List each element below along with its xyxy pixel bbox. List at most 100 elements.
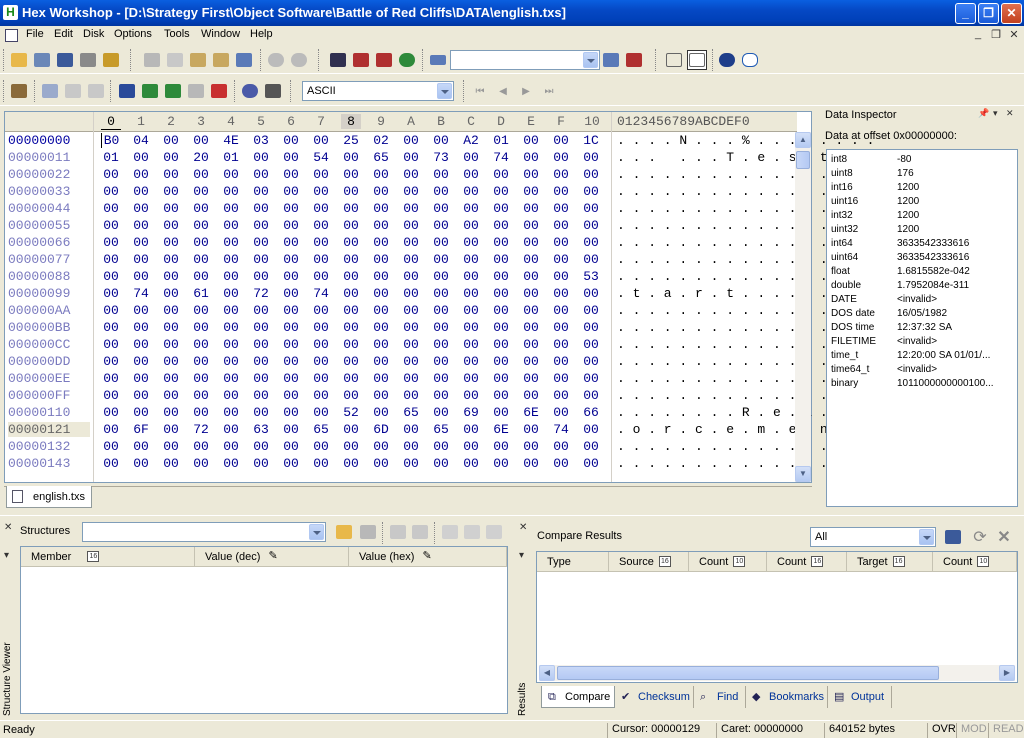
hex-byte[interactable]: 00 xyxy=(401,456,421,471)
hex-byte[interactable]: 00 xyxy=(341,439,361,454)
hex-byte[interactable]: 00 xyxy=(281,218,301,233)
ascii-text[interactable]: . . . . . . . . . . . . . . . . . xyxy=(617,320,874,335)
hex-byte[interactable]: 00 xyxy=(221,371,241,386)
calculator-icon[interactable] xyxy=(263,81,283,101)
sort-icon[interactable]: 16 xyxy=(811,556,824,567)
hex-byte[interactable]: 00 xyxy=(461,286,481,301)
hex-byte[interactable]: 00 xyxy=(281,320,301,335)
mdi-minimize-icon[interactable]: _ xyxy=(970,28,986,42)
mdi-restore-icon[interactable]: ❐ xyxy=(988,28,1004,42)
column-type[interactable]: Type xyxy=(537,552,609,572)
hex-byte[interactable]: 00 xyxy=(401,235,421,250)
hex-byte[interactable]: 00 xyxy=(131,252,151,267)
hex-row[interactable]: 00000033 00 00 00 00 00 00 00 00 00 00 00 00 00 00 00 00… xyxy=(5,184,874,201)
hex-byte[interactable]: 00 xyxy=(221,269,241,284)
hex-byte[interactable]: 00 xyxy=(431,303,451,318)
hex-byte[interactable]: 00 xyxy=(341,388,361,403)
find-next-icon[interactable] xyxy=(374,50,394,70)
hex-byte[interactable]: 00 xyxy=(101,422,121,437)
hex-byte[interactable]: 00 xyxy=(101,456,121,471)
edit-pencil-icon[interactable]: ✎ xyxy=(422,551,434,562)
minimize-button[interactable]: _ xyxy=(955,3,976,24)
close-button[interactable]: ✕ xyxy=(1001,3,1022,24)
hex-byte[interactable]: 00 xyxy=(491,388,511,403)
properties-icon[interactable] xyxy=(101,50,121,70)
next-icon[interactable]: ▶ xyxy=(516,81,536,101)
hex-byte[interactable]: 00 xyxy=(281,286,301,301)
hex-byte[interactable]: 00 xyxy=(281,133,301,148)
inspector-row[interactable]: uint8 176 xyxy=(827,167,1017,181)
hex-byte[interactable]: 00 xyxy=(491,218,511,233)
hex-byte[interactable]: 00 xyxy=(281,303,301,318)
inspector-value[interactable]: 3633542333616 xyxy=(897,252,1009,263)
hex-byte[interactable]: 00 xyxy=(311,235,331,250)
hex-byte[interactable]: 00 xyxy=(101,201,121,216)
vertical-scrollbar[interactable]: ▲ ▼ xyxy=(795,132,811,482)
hex-byte[interactable]: 00 xyxy=(191,337,211,352)
hex-byte[interactable]: 00 xyxy=(371,201,391,216)
inspector-row[interactable]: int8 -80 xyxy=(827,153,1017,167)
hex-byte[interactable]: 00 xyxy=(431,405,451,420)
hex-byte[interactable]: 00 xyxy=(161,371,181,386)
hex-byte[interactable]: 00 xyxy=(521,371,541,386)
hex-byte[interactable]: 00 xyxy=(491,269,511,284)
hex-byte[interactable]: 00 xyxy=(581,252,601,267)
compare-filter-select[interactable]: All xyxy=(810,527,936,547)
hex-byte[interactable]: 03 xyxy=(251,133,271,148)
hex-byte[interactable]: 04 xyxy=(131,133,151,148)
hex-byte[interactable]: 00 xyxy=(371,218,391,233)
hex-byte[interactable]: 00 xyxy=(251,184,271,199)
hex-byte[interactable]: 00 xyxy=(101,337,121,352)
paste-special-icon[interactable] xyxy=(211,50,231,70)
ascii-text[interactable]: . . . . . . . . . . . . . . . . . xyxy=(617,303,874,318)
hex-byte[interactable]: 00 xyxy=(131,184,151,199)
hex-byte[interactable]: 00 xyxy=(161,167,181,182)
hex-byte[interactable]: 00 xyxy=(371,371,391,386)
hex-byte[interactable]: 00 xyxy=(461,422,481,437)
scroll-left-icon[interactable]: ◀ xyxy=(539,665,555,681)
hex-byte[interactable]: 00 xyxy=(551,388,571,403)
structures-grid[interactable]: Member 16 Value (dec) ✎ Value (hex) ✎ xyxy=(20,546,508,714)
hex-byte[interactable]: 00 xyxy=(161,388,181,403)
hex-byte[interactable]: 6F xyxy=(131,422,151,437)
hex-byte[interactable]: 00 xyxy=(401,388,421,403)
hex-byte[interactable]: 00 xyxy=(251,354,271,369)
ascii-text[interactable]: . . . . . . . . . . . . . . . . . xyxy=(617,235,874,250)
hex-row[interactable]: 000000BB 00 00 00 00 00 00 00 00 00 00 00 00 00 00 00 00… xyxy=(5,320,874,337)
clear-icon[interactable]: ✕ xyxy=(994,527,1014,547)
hex-byte[interactable]: 00 xyxy=(221,218,241,233)
column-count[interactable]: Count 10 xyxy=(933,552,1017,572)
hex-byte[interactable]: 54 xyxy=(311,150,331,165)
hex-byte[interactable]: 00 xyxy=(521,167,541,182)
hex-byte[interactable]: 00 xyxy=(461,235,481,250)
hex-byte[interactable]: 00 xyxy=(311,269,331,284)
hex-byte[interactable]: 00 xyxy=(551,354,571,369)
hex-byte[interactable]: 00 xyxy=(491,320,511,335)
hex-byte[interactable]: 00 xyxy=(551,150,571,165)
hex-byte[interactable]: 00 xyxy=(581,456,601,471)
hex-byte[interactable]: 00 xyxy=(311,320,331,335)
hex-byte[interactable]: 00 xyxy=(401,133,421,148)
open-file-icon[interactable] xyxy=(32,50,52,70)
inspector-row[interactable]: FILETIME <invalid> xyxy=(827,335,1017,349)
hex-byte[interactable]: 00 xyxy=(101,167,121,182)
add-structure-icon[interactable] xyxy=(163,81,183,101)
hex-byte[interactable]: 00 xyxy=(401,150,421,165)
hex-byte[interactable]: 00 xyxy=(341,286,361,301)
inspector-value[interactable]: 1.6815582e-042 xyxy=(897,266,1009,277)
hex-byte[interactable]: 72 xyxy=(251,286,271,301)
hex-byte[interactable]: 00 xyxy=(341,201,361,216)
hex-byte[interactable]: 00 xyxy=(131,337,151,352)
hex-byte[interactable]: 00 xyxy=(311,201,331,216)
hex-byte[interactable]: 00 xyxy=(251,235,271,250)
hex-byte[interactable]: 00 xyxy=(221,388,241,403)
hex-byte[interactable]: 00 xyxy=(491,439,511,454)
hex-byte[interactable]: 00 xyxy=(491,303,511,318)
menu-disk[interactable]: Disk xyxy=(83,28,104,40)
hex-byte[interactable]: 4E xyxy=(221,133,241,148)
hex-byte[interactable]: 00 xyxy=(311,218,331,233)
hex-byte[interactable]: 00 xyxy=(191,201,211,216)
hex-byte[interactable]: 65 xyxy=(311,422,331,437)
hex-byte[interactable]: 00 xyxy=(431,286,451,301)
hex-byte[interactable]: 00 xyxy=(251,150,271,165)
